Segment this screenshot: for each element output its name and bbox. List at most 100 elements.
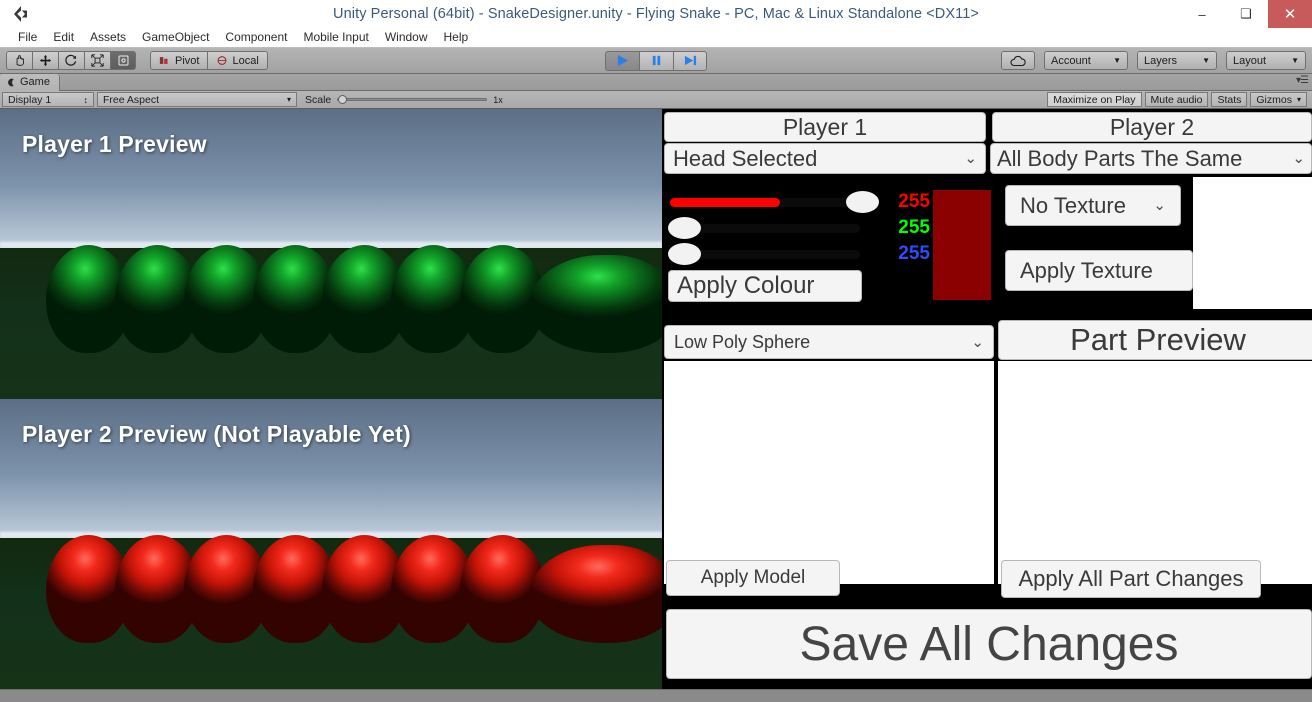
- layout-label: Layout: [1233, 54, 1267, 67]
- aspect-dropdown[interactable]: Free Aspect ▾: [97, 92, 297, 107]
- cloud-services-button[interactable]: [1001, 51, 1035, 70]
- player1-part-label: Head Selected: [673, 145, 818, 171]
- chevron-down-icon: ▾: [286, 95, 291, 104]
- red-slider[interactable]: [668, 189, 880, 215]
- chevron-down-icon: ▼: [1113, 56, 1121, 65]
- model-dropdown[interactable]: Low Poly Sphere ⌄: [664, 325, 994, 359]
- rotate-tool-button[interactable]: [58, 51, 84, 70]
- blue-slider-knob[interactable]: [668, 243, 701, 265]
- chevron-down-icon: ▼: [1291, 56, 1299, 65]
- pause-icon: [652, 55, 661, 66]
- menu-assets[interactable]: Assets: [82, 28, 134, 47]
- green-value: 255: [898, 217, 930, 238]
- tab-game-label: Game: [20, 76, 50, 88]
- blue-slider[interactable]: [668, 241, 864, 267]
- transform-tools: [6, 51, 136, 70]
- game-view-toolbar: Display 1 ↕ Free Aspect ▾ Scale 1x Maxim…: [0, 91, 1312, 109]
- mute-audio-label: Mute audio: [1150, 93, 1203, 106]
- rotate-icon: [65, 54, 77, 66]
- colour-preview-swatch: [933, 190, 991, 300]
- pivot-button[interactable]: Pivot: [150, 51, 208, 70]
- pivot-label: Pivot: [175, 54, 200, 67]
- rect-transform-tool-button[interactable]: [110, 51, 136, 70]
- green-slider-knob[interactable]: [668, 217, 701, 239]
- scale-icon: [91, 54, 104, 67]
- chevron-down-icon: ▼: [1202, 56, 1210, 65]
- layers-dropdown[interactable]: Layers ▼: [1137, 51, 1217, 70]
- pivot-icon: [159, 57, 168, 64]
- account-label: Account: [1051, 54, 1091, 67]
- preview-column: Player 1 Preview Player 2 Preview (Not P…: [0, 109, 662, 689]
- player2-part-dropdown[interactable]: All Body Parts The Same ⌄: [990, 143, 1312, 174]
- gizmos-dropdown[interactable]: Gizmos ▾: [1250, 92, 1307, 107]
- account-dropdown[interactable]: Account ▼: [1044, 51, 1128, 70]
- hand-icon: [16, 55, 25, 66]
- move-tool-button[interactable]: [32, 51, 58, 70]
- layout-dropdown[interactable]: Layout ▼: [1226, 51, 1306, 70]
- play-button[interactable]: [605, 50, 639, 71]
- blue-value: 255: [898, 243, 930, 264]
- menu-file[interactable]: File: [10, 28, 45, 47]
- updown-arrow-icon: ↕: [83, 94, 89, 105]
- game-tab-icon: [8, 78, 14, 86]
- pause-button[interactable]: [639, 50, 673, 71]
- player2-header: Player 2: [992, 112, 1312, 142]
- hand-tool-button[interactable]: [6, 51, 32, 70]
- red-slider-track[interactable]: [670, 198, 860, 207]
- scale-slider[interactable]: [337, 95, 488, 104]
- game-view[interactable]: Player 1 Preview Player 2 Preview (Not P…: [0, 109, 1312, 689]
- tab-game[interactable]: Game: [0, 73, 60, 91]
- stats-label: Stats: [1217, 93, 1242, 106]
- snake-tail-segment: [529, 545, 662, 643]
- maximize-on-play-label: Maximize on Play: [1053, 93, 1136, 106]
- model-preview-area: [664, 361, 994, 584]
- menu-gameobject[interactable]: GameObject: [134, 28, 217, 47]
- menu-edit[interactable]: Edit: [45, 28, 82, 47]
- stats-toggle[interactable]: Stats: [1211, 92, 1248, 107]
- display-dropdown[interactable]: Display 1 ↕: [2, 92, 94, 107]
- chevron-down-icon: ⌄: [1153, 197, 1166, 214]
- menu-component[interactable]: Component: [217, 28, 295, 47]
- step-icon: [684, 55, 696, 66]
- apply-model-button[interactable]: Apply Model: [666, 560, 840, 596]
- aspect-label: Free Aspect: [103, 93, 160, 106]
- apply-colour-button[interactable]: Apply Colour: [668, 270, 862, 302]
- player1-snake: [46, 245, 662, 353]
- play-controls: [605, 50, 707, 71]
- local-button[interactable]: Local: [207, 51, 268, 70]
- status-bar: [0, 689, 1312, 702]
- menu-mobile-input[interactable]: Mobile Input: [295, 28, 376, 47]
- texture-label: No Texture: [1020, 192, 1126, 218]
- apply-all-part-changes-button[interactable]: Apply All Part Changes: [1001, 560, 1261, 598]
- chevron-down-icon: ⌄: [964, 150, 977, 167]
- scale-control[interactable]: Scale 1x: [300, 92, 508, 107]
- rect-transform-icon: [118, 55, 128, 66]
- layers-label: Layers: [1144, 54, 1178, 67]
- scale-tool-button[interactable]: [84, 51, 110, 70]
- scale-slider-knob[interactable]: [338, 95, 348, 104]
- chevron-down-icon: ⌄: [1292, 150, 1305, 167]
- mute-audio-toggle[interactable]: Mute audio: [1144, 92, 1209, 107]
- step-button[interactable]: [673, 50, 707, 71]
- texture-dropdown[interactable]: No Texture ⌄: [1005, 185, 1181, 226]
- move-icon: [39, 54, 52, 67]
- player1-part-dropdown[interactable]: Head Selected ⌄: [664, 143, 986, 174]
- maximize-on-play-toggle[interactable]: Maximize on Play: [1047, 92, 1142, 107]
- chevron-down-icon: ⌄: [971, 333, 984, 351]
- cloud-icon: [1010, 55, 1026, 66]
- player2-snake: [46, 535, 662, 643]
- menu-help[interactable]: Help: [436, 28, 477, 47]
- save-all-changes-button[interactable]: Save All Changes: [666, 609, 1312, 679]
- part-preview-header: Part Preview: [998, 320, 1312, 360]
- apply-texture-button[interactable]: Apply Texture: [1005, 250, 1193, 291]
- unity-toolbar: Pivot Local Account ▼ Layers ▼ Layout ▼: [0, 48, 1312, 74]
- red-value: 255: [898, 191, 930, 212]
- tab-options-icon[interactable]: ▾☰: [1296, 75, 1309, 86]
- menu-window[interactable]: Window: [377, 28, 436, 47]
- player2-preview: Player 2 Preview (Not Playable Yet): [0, 399, 662, 689]
- play-icon: [617, 54, 629, 67]
- player2-part-label: All Body Parts The Same: [997, 145, 1243, 171]
- green-slider[interactable]: [668, 215, 864, 241]
- red-slider-fill: [670, 198, 781, 207]
- window-titlebar: Unity Personal (64bit) - SnakeDesigner.u…: [0, 0, 1312, 28]
